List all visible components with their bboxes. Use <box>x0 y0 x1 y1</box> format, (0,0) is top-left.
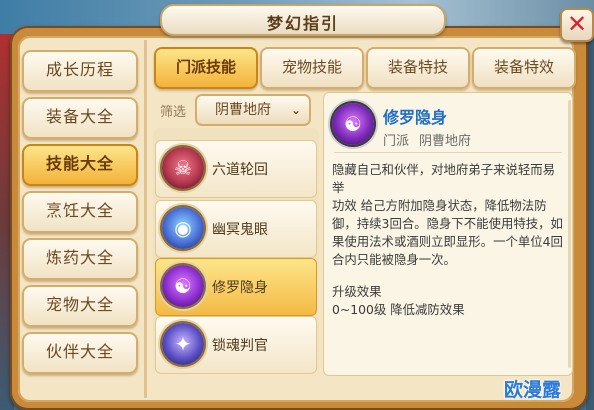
chevron-down-icon: ⌄ <box>290 103 301 117</box>
sidebar-item-cooking[interactable]: 烹饪大全 <box>22 191 138 233</box>
skill-detail-type: 门派 <box>383 134 410 149</box>
skill-name: 六道轮回 <box>212 162 268 178</box>
skill-list-item[interactable]: ✦ 锁魂判官 <box>155 316 317 374</box>
tab-pet-skills[interactable]: 宠物技能 <box>260 47 364 89</box>
window-title: 梦幻指引 <box>266 14 339 33</box>
skill-list-item-selected[interactable]: ☯ 修罗隐身 <box>155 258 317 316</box>
window-title-bar: 梦幻指引 <box>160 4 446 36</box>
close-icon: ✕ <box>566 10 588 38</box>
tab-equipment-effects[interactable]: 装备特效 <box>472 47 576 89</box>
skill-detail-school: 阴曹地府 <box>419 134 472 149</box>
sidebar-item-pets[interactable]: 宠物大全 <box>22 285 138 327</box>
tab-equipment-special-skills[interactable]: 装备特技 <box>366 47 470 89</box>
ghost-eye-icon: ◉ <box>162 207 204 249</box>
shadow-icon: ☯ <box>162 265 204 307</box>
soul-lock-icon: ✦ <box>162 323 204 365</box>
detail-divider <box>334 152 562 153</box>
tab-school-skills[interactable]: 门派技能 <box>154 47 258 89</box>
sidebar-divider <box>144 40 147 398</box>
shadow-icon: ☯ <box>332 103 374 145</box>
skill-name: 修罗隐身 <box>212 280 268 296</box>
sidebar-item-growth[interactable]: 成长历程 <box>22 50 138 92</box>
filter-value: 阴曹地府 <box>215 102 271 118</box>
skull-icon: ☠ <box>162 147 204 189</box>
skill-list-item[interactable]: ☠ 六道轮回 <box>155 140 317 198</box>
sidebar-item-partners[interactable]: 伙伴大全 <box>22 332 138 374</box>
skill-detail-title: 修罗隐身 <box>383 108 448 127</box>
close-button[interactable]: ✕ <box>560 8 594 42</box>
watermark-text: 欧漫露 <box>504 379 562 401</box>
upgrade-effect-text: 0~100级 降低减防效果 <box>332 302 465 317</box>
skill-name: 锁魂判官 <box>212 338 268 354</box>
skill-name: 幽冥鬼眼 <box>212 222 268 238</box>
upgrade-effect-title: 升级效果 <box>332 284 382 299</box>
detail-scrollbar[interactable] <box>568 100 571 368</box>
sidebar-item-skills[interactable]: 技能大全 <box>22 144 138 186</box>
school-filter-dropdown[interactable]: 阴曹地府 ⌄ <box>195 94 311 126</box>
skill-list-item[interactable]: ◉ 幽冥鬼眼 <box>155 200 317 258</box>
sidebar-item-alchemy[interactable]: 炼药大全 <box>22 238 138 280</box>
sidebar-item-equipment[interactable]: 装备大全 <box>22 97 138 139</box>
filter-label: 筛选 <box>160 105 187 120</box>
skill-description: 隐藏自己和伙伴，对地府弟子来说轻而易举 功效 给己方附加隐身状态，降低物法防御，… <box>332 162 563 267</box>
